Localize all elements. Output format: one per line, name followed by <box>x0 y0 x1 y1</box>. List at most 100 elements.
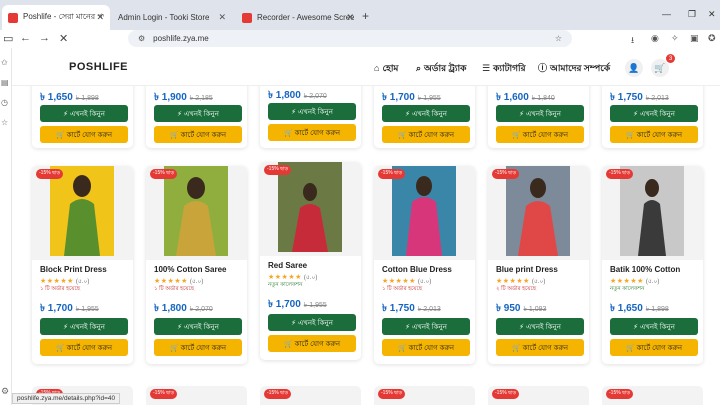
tab-admin-login[interactable]: Admin Login - Tooki Store ✕ <box>112 5 232 30</box>
product-card-next-row[interactable]: -15% ছাড় <box>488 386 589 405</box>
product-name[interactable]: Cotton Blue Dress <box>382 265 452 274</box>
product-name[interactable]: 100% Cotton Saree <box>154 265 226 274</box>
buy-now-button[interactable]: ⚡ এখনই কিনুন <box>268 314 356 331</box>
bookmark-star-icon[interactable]: ☆ <box>555 34 562 43</box>
cart-icon[interactable]: 🛒 <box>651 59 669 77</box>
browser-tab-bar: Poshlife - সেরা মানের পণ্য ✕ Admin Login… <box>0 0 720 30</box>
copilot-icon[interactable]: ✪ <box>708 33 716 44</box>
add-to-cart-button[interactable]: 🛒 কার্টে যোগ করুন <box>610 339 698 356</box>
add-to-cart-button[interactable]: 🛒 কার্টে যোগ করুন <box>40 126 128 143</box>
close-window-icon[interactable]: ✕ <box>708 9 716 20</box>
tab-recorder[interactable]: Recorder - Awesome Screensh ✕ <box>236 5 360 30</box>
user-account-icon[interactable]: 👤 <box>625 59 643 77</box>
discount-badge: -15% ছাড় <box>606 169 634 179</box>
product-card-next-row[interactable]: -15% ছাড় <box>602 386 703 405</box>
split-view-icon[interactable]: ▣ <box>690 33 699 44</box>
buy-now-button[interactable]: ⚡ এখনই কিনুন <box>268 103 356 120</box>
product-name[interactable]: Block Print Dress <box>40 265 107 274</box>
product-image[interactable]: -15% ছাড় <box>488 166 589 260</box>
collections-icon[interactable]: ▤ <box>1 78 9 87</box>
back-icon[interactable]: ← <box>20 32 31 44</box>
product-photo <box>278 162 342 252</box>
product-name[interactable]: Batik 100% Cotton <box>610 265 680 274</box>
buy-now-button[interactable]: ⚡ এখনই কিনুন <box>382 318 470 335</box>
buy-now-button[interactable]: ⚡ এখনই কিনুন <box>610 105 698 122</box>
stop-loading-icon[interactable]: ✕ <box>59 32 68 45</box>
product-card-next-row[interactable]: -15% ছাড় <box>260 386 361 405</box>
product-name[interactable]: Red Saree <box>268 261 307 270</box>
site-logo[interactable]: POSHLIFE <box>69 61 128 73</box>
maximize-icon[interactable]: ❐ <box>688 9 696 20</box>
list-icon: ☰ <box>482 63 491 73</box>
price: ৳ 1,650 ৳ 1,898 <box>610 303 669 314</box>
tab-title: Recorder - Awesome Screensh <box>257 13 354 22</box>
add-to-cart-button[interactable]: 🛒 কার্টে যোগ করুন <box>496 339 584 356</box>
minimize-icon[interactable]: — <box>662 9 671 19</box>
nav-order-track[interactable]: ⌕ অর্ডার ট্র্যাক <box>416 61 466 76</box>
close-tab-icon[interactable]: ✕ <box>218 12 226 23</box>
price: ৳ 950 ৳ 1,093 <box>496 303 547 314</box>
site-info-icon[interactable]: ⚙ <box>138 34 145 43</box>
order-count: ১ টি অর্ডার হয়েছে <box>40 286 81 292</box>
close-tab-icon[interactable]: ✕ <box>346 12 354 23</box>
add-to-cart-button[interactable]: 🛒 কার্টে যোগ করুন <box>610 126 698 143</box>
bookmarks-icon[interactable]: ☆ <box>1 118 8 127</box>
product-card-next-row[interactable]: -15% ছাড় <box>374 386 475 405</box>
buy-now-button[interactable]: ⚡ এখনই কিনুন <box>40 318 128 335</box>
nav-category[interactable]: ☰ ক্যাটাগরি <box>482 61 526 76</box>
buy-now-button[interactable]: ⚡ এখনই কিনুন <box>382 105 470 122</box>
product-card[interactable]: -15% ছাড় Block Print Dress ★★★★★ (৫.০) ১… <box>32 166 133 364</box>
add-to-cart-button[interactable]: 🛒 কার্টে যোগ করুন <box>40 339 128 356</box>
product-image[interactable]: -15% ছাড় <box>32 166 133 260</box>
buy-now-button[interactable]: ⚡ এখনই কিনুন <box>496 318 584 335</box>
nav-home[interactable]: ⌂ হোম <box>374 61 398 76</box>
buy-now-button[interactable]: ⚡ এখনই কিনুন <box>154 105 242 122</box>
url-text: poshlife.zya.me <box>153 34 209 43</box>
home-icon: ⌂ <box>374 63 380 73</box>
product-image[interactable]: -15% ছাড় <box>146 166 247 260</box>
new-collection-tag: নতুন কালেকশন <box>268 282 303 288</box>
product-image[interactable]: -15% ছাড় <box>260 162 361 256</box>
url-bar[interactable]: ⚙ poshlife.zya.me ☆ <box>128 30 572 47</box>
product-card[interactable]: -15% ছাড় Batik 100% Cotton ★★★★★ (৫.০) ন… <box>602 166 703 364</box>
settings-gear-icon[interactable]: ⚙ <box>1 386 9 397</box>
buy-now-button[interactable]: ⚡ এখনই কিনুন <box>496 105 584 122</box>
discount-badge: -15% ছাড় <box>378 169 406 179</box>
download-icon[interactable]: ⭳ <box>631 33 634 49</box>
product-image[interactable]: -15% ছাড় <box>374 166 475 260</box>
browser-sidebar: ✩ ▤ ◷ ☆ <box>0 48 12 405</box>
profile-extension-icon[interactable]: ◉ <box>651 33 659 44</box>
product-photo <box>392 166 456 256</box>
tab-poshlife[interactable]: Poshlife - সেরা মানের পণ্য ✕ <box>2 5 110 30</box>
order-count: ১ টি অর্ডার হয়েছে <box>382 286 423 292</box>
add-to-cart-button[interactable]: 🛒 কার্টে যোগ করুন <box>268 335 356 352</box>
buy-now-button[interactable]: ⚡ এখনই কিনুন <box>40 105 128 122</box>
add-to-cart-button[interactable]: 🛒 কার্টে যোগ করুন <box>382 339 470 356</box>
buy-now-button[interactable]: ⚡ এখনই কিনুন <box>154 318 242 335</box>
product-image[interactable]: -15% ছাড় <box>602 166 703 260</box>
sidebar-toggle-icon[interactable]: ▭ <box>3 32 13 45</box>
add-to-cart-button[interactable]: 🛒 কার্টে যোগ করুন <box>268 124 356 141</box>
product-card[interactable]: -15% ছাড় Cotton Blue Dress ★★★★★ (৫.০) ১… <box>374 166 475 364</box>
address-bar-row: ▭ ← → ✕ ⚙ poshlife.zya.me ☆ ⭳ ◉ ✧ ▣ ✪ <box>0 30 720 48</box>
product-card[interactable]: -15% ছাড় Blue print Dress ★★★★★ (৫.০) ২ … <box>488 166 589 364</box>
add-to-cart-button[interactable]: 🛒 কার্টে যোগ করুন <box>154 339 242 356</box>
close-tab-icon[interactable]: ✕ <box>96 12 104 23</box>
add-to-cart-button[interactable]: 🛒 কার্টে যোগ করুন <box>154 126 242 143</box>
product-card[interactable]: -15% ছাড় 100% Cotton Saree ★★★★★ (৫.০) ১… <box>146 166 247 364</box>
nav-about[interactable]: ⓘ আমাদের সম্পর্কে <box>538 61 610 76</box>
tab-title: Poshlife - সেরা মানের পণ্য <box>23 12 104 21</box>
product-card-next-row[interactable]: -15% ছাড় <box>146 386 247 405</box>
product-photo <box>50 166 114 256</box>
forward-icon[interactable]: → <box>39 32 50 44</box>
favorites-icon[interactable]: ✩ <box>1 58 8 67</box>
history-icon[interactable]: ◷ <box>1 98 8 107</box>
product-card-hovered[interactable]: -15% ছাড় Red Saree ★★★★★ (৫.০) নতুন কালে… <box>260 162 361 360</box>
buy-now-button[interactable]: ⚡ এখনই কিনুন <box>610 318 698 335</box>
new-collection-tag: নতুন কালেকশন <box>610 286 645 292</box>
product-name[interactable]: Blue print Dress <box>496 265 558 274</box>
new-tab-icon[interactable]: + <box>362 9 369 23</box>
add-to-cart-button[interactable]: 🛒 কার্টে যোগ করুন <box>382 126 470 143</box>
extensions-icon[interactable]: ✧ <box>671 33 679 44</box>
add-to-cart-button[interactable]: 🛒 কার্টে যোগ করুন <box>496 126 584 143</box>
